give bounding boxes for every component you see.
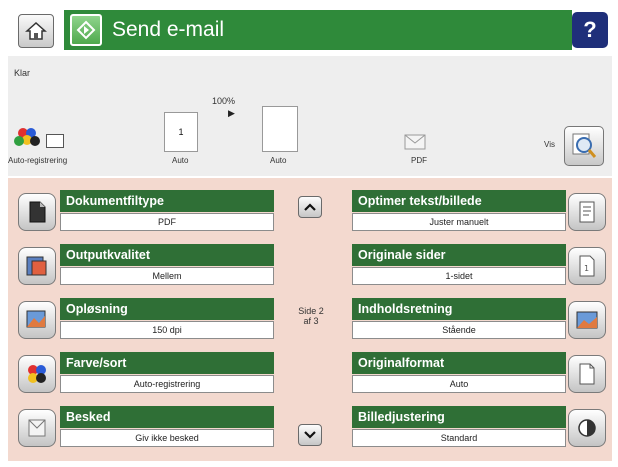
setting-value: Stående	[352, 321, 566, 339]
svg-text:1: 1	[584, 264, 589, 273]
setting-value: Mellem	[60, 267, 274, 285]
setting-label: Besked	[60, 406, 274, 428]
copies-box[interactable]: 1	[164, 112, 198, 152]
start-button[interactable]	[70, 14, 102, 46]
setting-label: Indholdsretning	[352, 298, 566, 320]
text-document-icon	[579, 201, 595, 223]
orientation-icon	[576, 311, 598, 329]
preview-button[interactable]	[564, 126, 604, 166]
status-area: Klar 100% ▶ Auto-registrering 1 Auto Aut…	[8, 56, 612, 176]
title-bar: Send e-mail	[64, 10, 572, 50]
file-format-label: PDF	[411, 156, 427, 165]
setting-value: 1-sidet	[352, 267, 566, 285]
home-button[interactable]	[18, 14, 54, 48]
status-text: Klar	[14, 68, 31, 78]
page-icon: 1	[579, 255, 595, 277]
setting-label: Farve/sort	[60, 352, 274, 374]
setting-label: Originalformat	[352, 352, 566, 374]
settings-panel: Dokumentfiltype PDF Outputkvalitet Melle…	[8, 178, 612, 461]
zoom-arrow-icon[interactable]: ▶	[228, 108, 235, 119]
image-adjustment-button[interactable]	[568, 409, 606, 447]
page-size-box[interactable]	[262, 106, 298, 152]
resolution-icon	[26, 310, 46, 328]
setting-label: Optimer tekst/billede	[352, 190, 566, 212]
color-mode-icon[interactable]	[12, 126, 74, 152]
pdf-icon	[404, 134, 426, 150]
page-title: Send e-mail	[112, 18, 225, 41]
setting-label: Dokumentfiltype	[60, 190, 274, 212]
page-size-label: Auto	[270, 156, 287, 165]
resolution-button[interactable]	[18, 301, 56, 339]
setting-value: Standard	[352, 429, 566, 447]
copies-value: 1	[178, 127, 184, 137]
setting-label: Billedjustering	[352, 406, 566, 428]
output-quality-icon	[26, 256, 47, 276]
document-icon	[29, 201, 46, 223]
zoom-level: 100%	[212, 96, 236, 106]
setting-value: 150 dpi	[60, 321, 274, 339]
color-black-button[interactable]	[18, 355, 56, 393]
original-sides-button[interactable]: 1	[568, 247, 606, 285]
chevron-up-icon	[304, 203, 316, 211]
page-indicator-line1: Side 2	[298, 306, 324, 316]
document-file-type-button[interactable]	[18, 193, 56, 231]
setting-label: Opløsning	[60, 298, 274, 320]
page-indicator: Side 2 af 3	[296, 306, 326, 326]
scroll-up-button[interactable]	[298, 196, 322, 218]
contrast-icon	[578, 419, 596, 437]
setting-value: PDF	[60, 213, 274, 231]
optimize-text-image-button[interactable]	[568, 193, 606, 231]
setting-label: Originale sider	[352, 244, 566, 266]
home-icon	[25, 21, 47, 40]
chevron-down-icon	[304, 431, 316, 439]
document-icon	[46, 134, 64, 148]
scroll-down-button[interactable]	[298, 424, 322, 446]
content-orientation-button[interactable]	[568, 301, 606, 339]
magnifier-icon	[572, 133, 597, 158]
color-icon	[28, 365, 46, 383]
notification-button[interactable]	[18, 409, 56, 447]
setting-value: Giv ikke besked	[60, 429, 274, 447]
header: Send e-mail ?	[8, 4, 612, 54]
setting-value: Juster manuelt	[352, 213, 566, 231]
notification-icon	[28, 419, 46, 437]
setting-value: Auto-registrering	[60, 375, 274, 393]
page-indicator-line2: af 3	[303, 316, 319, 326]
help-button[interactable]: ?	[572, 12, 608, 48]
setting-value: Auto	[352, 375, 566, 393]
output-quality-button[interactable]	[18, 247, 56, 285]
help-icon: ?	[583, 17, 597, 42]
start-icon	[76, 20, 96, 40]
color-mode-label: Auto-registrering	[8, 156, 68, 165]
original-size-button[interactable]	[568, 355, 606, 393]
preview-label: Vis	[544, 140, 555, 149]
original-size-icon	[579, 363, 595, 385]
setting-label: Outputkvalitet	[60, 244, 274, 266]
copies-label: Auto	[172, 156, 189, 165]
